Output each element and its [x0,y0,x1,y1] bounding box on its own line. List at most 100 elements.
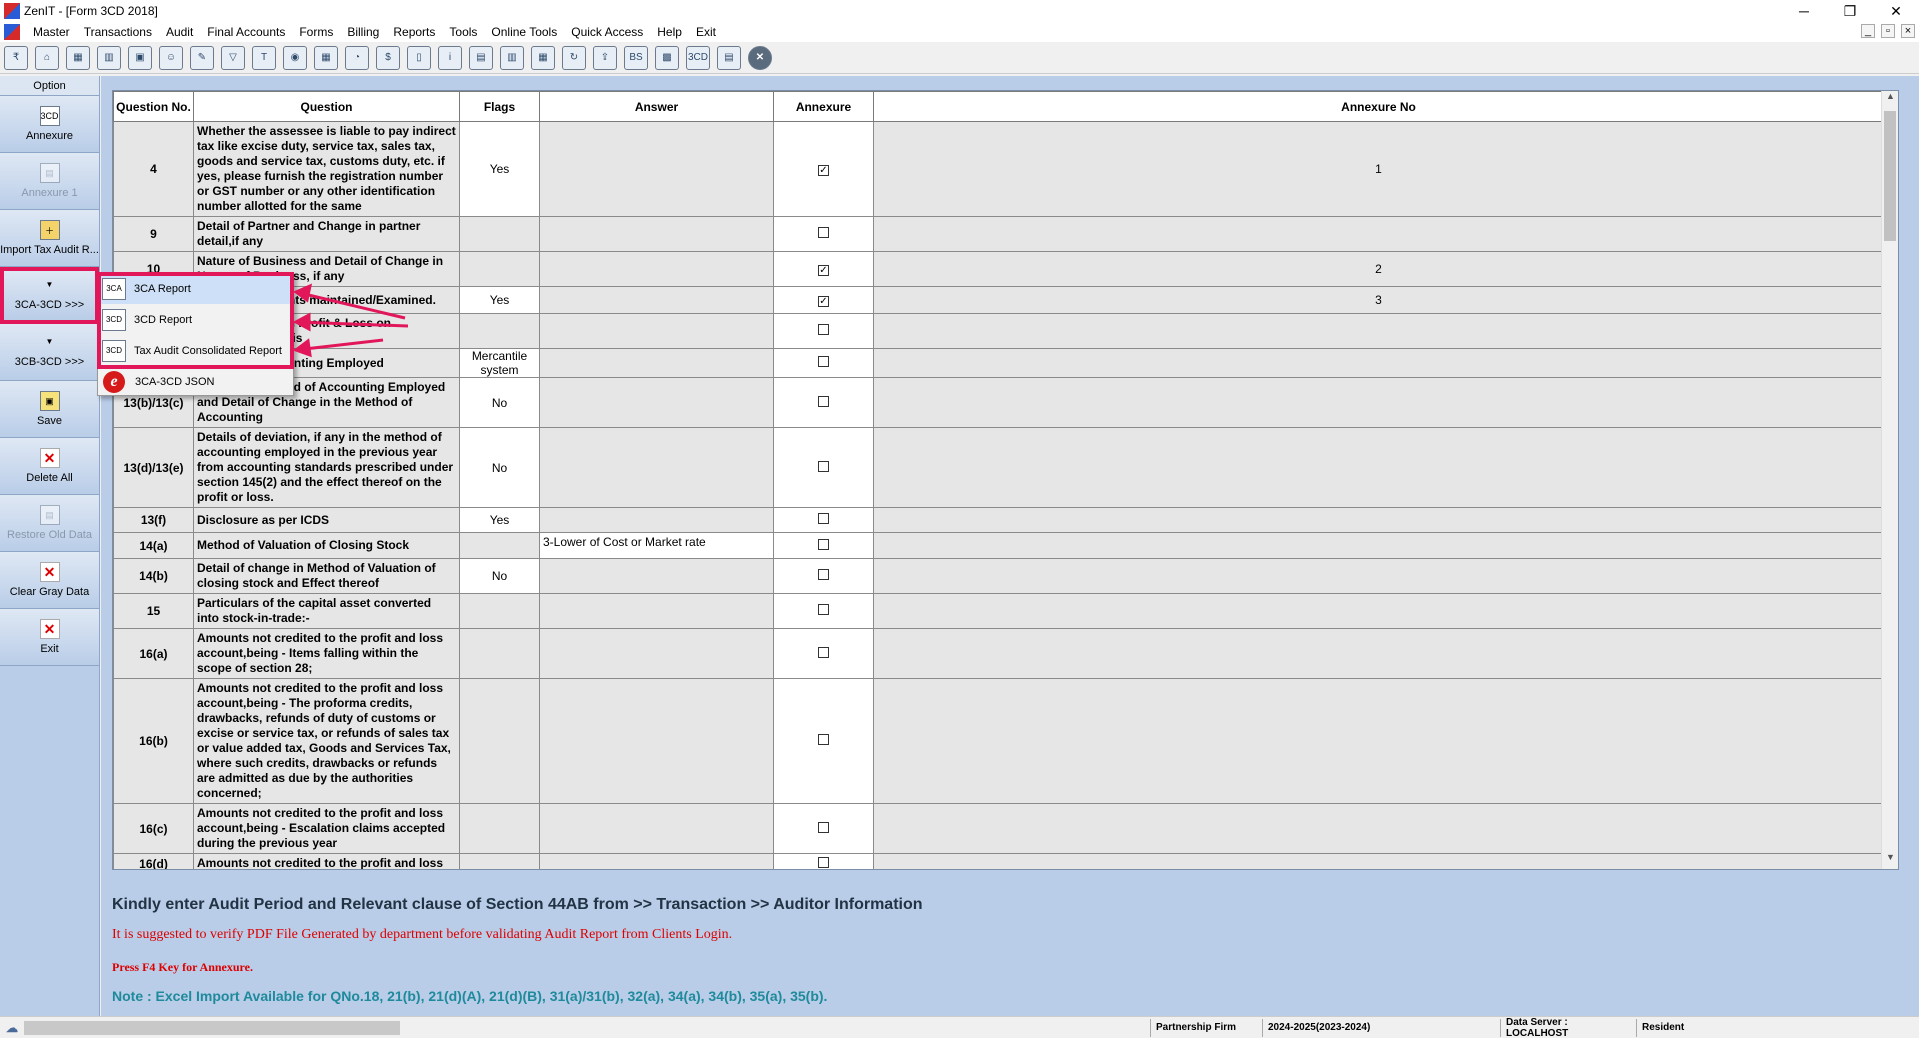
table-row[interactable]: 14(a) Method of Valuation of Closing Stoc… [113,532,1884,559]
table-row[interactable]: 13(a)Method of Accounting EmployedMercan… [113,348,1884,378]
flag-cell[interactable] [459,251,540,287]
document-icon[interactable]: ▥ [500,45,524,70]
mdi-restore-button[interactable]: ▫ [1881,24,1895,38]
annexure-cell[interactable] [773,853,874,869]
menu-forms[interactable]: Forms [292,25,340,39]
rupee-icon[interactable]: ₹ [4,45,28,70]
flag-cell[interactable] [459,853,540,869]
menu-final-accounts[interactable]: Final Accounts [200,25,292,39]
home-icon[interactable]: ⌂ [35,45,59,70]
col-annexure[interactable]: Annexure [773,91,874,122]
annexure-cell[interactable] [773,348,874,378]
annexure-checkbox[interactable] [818,460,829,472]
annexure-cell[interactable] [773,377,874,428]
annexure-cell[interactable] [773,313,874,349]
info-icon[interactable]: i [438,45,462,70]
answer-cell[interactable]: 3-Lower of Cost or Market rate [539,532,774,559]
annexure-button[interactable]: 3CD Annexure [0,96,99,153]
annexure-cell[interactable] [773,593,874,629]
annexure-checkbox[interactable] [818,734,829,745]
answer-cell[interactable] [539,427,774,508]
scroll-thumb[interactable] [1884,111,1896,241]
col-question[interactable]: Question [193,91,460,122]
annexure-checkbox[interactable] [818,646,829,658]
chart-icon[interactable]: ▥ [97,45,121,70]
refresh-icon[interactable]: ↻ [562,45,586,70]
table-row[interactable]: 11Books of Accounts maintained/Examined.… [113,286,1884,314]
flag-cell[interactable]: Mercantile system [459,348,540,378]
bs-icon[interactable]: BS [624,45,648,70]
org-icon[interactable]: ▩ [655,45,679,70]
annexure-cell[interactable]: ✓ [773,121,874,217]
flag-cell[interactable] [459,532,540,559]
table-row[interactable]: 12Profit included in Profit & Loss on pr… [113,313,1884,349]
menu-help[interactable]: Help [650,25,689,39]
export-icon[interactable]: ⇪ [593,45,617,70]
exit-button[interactable]: ✕ Exit [0,609,99,666]
menu-quick-access[interactable]: Quick Access [564,25,650,39]
save-button[interactable]: ▣ Save [0,381,99,438]
users-icon[interactable]: ☺ [159,45,183,70]
table-row[interactable]: 15 Particulars of the capital asset conve… [113,593,1884,629]
menu-billing[interactable]: Billing [340,25,386,39]
mdi-minimize-button[interactable]: _ [1861,24,1875,38]
menu-tools[interactable]: Tools [442,25,484,39]
annexure-checkbox[interactable]: ✓ [818,296,829,307]
calculator-icon[interactable]: ▦ [314,45,338,70]
menu-transactions[interactable]: Transactions [77,25,159,39]
annexure-cell[interactable] [773,216,874,252]
pay-icon[interactable]: $ [376,45,400,70]
annexure-cell[interactable] [773,678,874,804]
annexure-cell[interactable]: ✓ [773,251,874,287]
filter-icon[interactable]: ▽ [221,45,245,70]
table-row[interactable]: 16(a) Amounts not credited to the profit … [113,628,1884,679]
table-row[interactable]: 14(b) Detail of change in Method of Valua… [113,558,1884,594]
flag-cell[interactable]: Yes [459,121,540,217]
document-menu-icon[interactable] [4,24,20,40]
form-icon[interactable]: ▤ [717,45,741,70]
annexure-checkbox[interactable] [818,324,829,335]
annexure-checkbox[interactable]: ✓ [818,265,829,276]
annexure-cell[interactable] [773,507,874,533]
flag-cell[interactable]: Yes [459,507,540,533]
calendar-icon[interactable]: ▦ [531,45,555,70]
flag-cell[interactable] [459,628,540,679]
menu-item-tax-audit-consolidated[interactable]: 3CD Tax Audit Consolidated Report [98,335,293,366]
annexure-checkbox[interactable] [818,356,829,367]
pie-icon[interactable]: ◔ [345,45,369,70]
menu-audit[interactable]: Audit [159,25,200,39]
delete-all-button[interactable]: ✕ Delete All [0,438,99,495]
table-row[interactable]: 10 Nature of Business and Detail of Chang… [113,251,1884,287]
annexure-cell[interactable]: ✓ [773,286,874,314]
table-row[interactable]: 13(d)/13(e) Details of deviation, if any … [113,427,1884,508]
annexure-cell[interactable] [773,532,874,559]
annexure1-button[interactable]: ▤ Annexure 1 [0,153,99,210]
building-icon[interactable]: ▦ [66,45,90,70]
answer-cell[interactable] [539,558,774,594]
answer-cell[interactable] [539,628,774,679]
gift-icon[interactable]: ▣ [128,45,152,70]
table-row[interactable]: 13(f) Disclosure as per ICDS Yes [113,507,1884,533]
annexure-cell[interactable] [773,558,874,594]
answer-cell[interactable] [539,121,774,217]
flag-cell[interactable] [459,313,540,349]
3ca-3cd-dropdown-button[interactable]: ▼ 3CA-3CD >>> [0,267,99,324]
scroll-up-icon[interactable]: ▲ [1882,91,1898,108]
menu-item-3ca-3cd-json[interactable]: e 3CA-3CD JSON [98,366,293,397]
annexure-checkbox[interactable] [818,538,829,550]
annexure-checkbox[interactable]: ✓ [818,165,829,176]
annexure-cell[interactable] [773,628,874,679]
menu-item-3ca-report[interactable]: 3CA 3CA Report [98,273,293,304]
flag-cell[interactable] [459,678,540,804]
menu-master[interactable]: Master [26,25,77,39]
table-row[interactable]: 4 Whether the assessee is liable to pay i… [113,121,1884,217]
answer-cell[interactable] [539,313,774,349]
import-tax-audit-button[interactable]: ＋ Import Tax Audit R... [0,210,99,267]
pen-icon[interactable]: ✎ [190,45,214,70]
3cd-icon[interactable]: 3CD [686,45,710,70]
3cb-3cd-dropdown-button[interactable]: ▼ 3CB-3CD >>> [0,324,99,381]
annexure-cell[interactable] [773,427,874,508]
answer-cell[interactable] [539,251,774,287]
annexure-checkbox[interactable] [818,395,829,407]
answer-cell[interactable] [539,348,774,378]
